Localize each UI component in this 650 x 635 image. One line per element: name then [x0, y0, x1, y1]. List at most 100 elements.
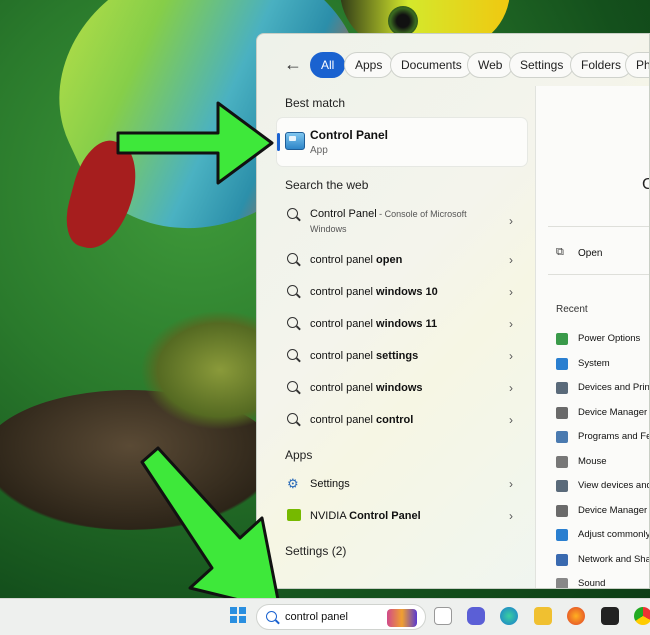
selection-indicator	[277, 133, 280, 151]
preview-title: C	[642, 176, 649, 194]
recent-item-icon	[556, 455, 568, 468]
back-arrow-icon[interactable]: ←	[281, 54, 305, 74]
recent-item[interactable]: Power Options	[556, 331, 649, 349]
web-result-bold: open	[376, 254, 403, 266]
web-result-windows-10[interactable]: control panel windows 10 ›	[277, 279, 527, 307]
search-icon	[287, 317, 298, 328]
recent-item[interactable]: Network and Shar	[556, 552, 650, 570]
preview-pane: C ⧉ Open Recent Power Options System Devic…	[535, 86, 650, 589]
filter-documents[interactable]: Documents	[390, 52, 473, 78]
search-panel: ← All Apps Documents Web Settings Folder…	[256, 33, 650, 589]
recent-item[interactable]: Devices and Printe	[556, 380, 650, 398]
recent-item-icon	[556, 431, 568, 443]
recent-item[interactable]: Sound	[556, 576, 649, 589]
web-result-windows[interactable]: control panel windows ›	[277, 375, 527, 403]
web-result-control[interactable]: control panel control ›	[277, 407, 527, 435]
web-result-text: control panel	[310, 318, 377, 330]
recent-item-icon	[556, 529, 568, 541]
best-match-title: Control Panel	[310, 128, 389, 142]
chevron-right-icon: ›	[509, 509, 513, 523]
recent-item-label: View devices and	[578, 480, 650, 491]
web-result-windows-11[interactable]: control panel windows 11 ›	[277, 311, 527, 339]
app-icon[interactable]	[601, 607, 619, 625]
app-result-settings[interactable]: ⚙ Settings ›	[277, 471, 527, 499]
web-result-title: Control Panel	[310, 208, 377, 220]
recent-item-label: Power Options	[578, 333, 641, 344]
chevron-right-icon: ›	[509, 285, 513, 299]
search-icon	[287, 349, 298, 360]
search-icon	[287, 208, 298, 219]
divider	[548, 274, 649, 275]
recent-item[interactable]: Programs and Fea	[556, 429, 650, 447]
recent-item[interactable]: Device Manager -	[556, 503, 650, 521]
search-icon	[287, 253, 298, 264]
best-match-subtitle: App	[310, 145, 328, 156]
open-action[interactable]: Open	[578, 248, 602, 259]
web-result-open[interactable]: control panel open ›	[277, 247, 527, 275]
recent-item[interactable]: Adjust commonly	[556, 527, 649, 545]
open-external-icon: ⧉	[556, 246, 564, 258]
recent-item-label: Device Manager -	[578, 406, 650, 418]
search-icon	[287, 381, 298, 392]
recent-item-icon	[556, 357, 568, 370]
recent-item-icon	[556, 480, 568, 492]
gear-icon: ⚙	[287, 476, 299, 491]
filter-photos[interactable]: Pho	[625, 52, 649, 78]
search-web-heading: Search the web	[285, 178, 369, 192]
search-icon	[287, 285, 298, 296]
divider	[548, 226, 649, 227]
chevron-right-icon: ›	[509, 381, 513, 395]
web-result-bold: control	[376, 414, 414, 426]
apps-heading: Apps	[285, 448, 313, 462]
web-result-text: control panel	[310, 414, 377, 426]
recent-item-label: System	[578, 357, 610, 369]
settings-count-heading[interactable]: Settings (2)	[285, 544, 346, 558]
filter-apps[interactable]: Apps	[344, 52, 394, 78]
filter-web[interactable]: Web	[467, 52, 514, 78]
recent-item-label: Programs and Fea	[578, 431, 650, 442]
web-result-bold: windows 10	[376, 286, 438, 298]
chevron-right-icon: ›	[509, 317, 513, 331]
web-result-bold: settings	[376, 350, 419, 362]
best-match-item[interactable]: Control Panel App	[277, 118, 527, 166]
recent-item[interactable]: Mouse	[556, 454, 649, 472]
recent-item-icon	[556, 382, 568, 394]
file-explorer-icon[interactable]	[534, 607, 552, 625]
nvidia-icon	[287, 509, 301, 521]
taskbar-search-box[interactable]: control panel	[256, 604, 426, 630]
chat-icon[interactable]	[467, 607, 485, 625]
chrome-icon[interactable]	[634, 607, 650, 625]
recent-heading: Recent	[556, 304, 588, 315]
recent-item-label: Devices and Printe	[578, 382, 650, 393]
search-highlight-icon	[387, 609, 417, 627]
app-result-text: Settings	[310, 478, 350, 490]
web-result-text: control panel	[310, 286, 377, 298]
web-result-text: control panel	[310, 254, 377, 266]
app-result-nvidia[interactable]: NVIDIA Control Panel ›	[277, 503, 527, 531]
recent-item[interactable]: System	[556, 356, 649, 374]
windows-start-icon[interactable]	[230, 607, 246, 623]
recent-item-label: Network and Shar	[578, 553, 650, 565]
recent-item-label: Sound	[578, 578, 606, 589]
edge-icon[interactable]	[500, 607, 518, 625]
web-result-console[interactable]: Control Panel - Console of Microsoft Win…	[277, 202, 527, 242]
firefox-icon[interactable]	[567, 607, 585, 625]
filter-all[interactable]: All	[310, 52, 346, 78]
web-result-settings[interactable]: control panel settings ›	[277, 343, 527, 371]
recent-item-icon	[556, 578, 568, 588]
filter-settings[interactable]: Settings	[509, 52, 575, 78]
filter-folders[interactable]: Folders	[570, 52, 633, 78]
web-result-text: control panel	[310, 382, 377, 394]
web-result-bold: windows 11	[376, 318, 438, 330]
recent-item-icon	[556, 333, 568, 345]
taskbar-search-input[interactable]: control panel	[285, 611, 348, 623]
recent-item[interactable]: View devices and	[556, 478, 650, 496]
recent-item-label: Device Manager -	[578, 504, 650, 516]
recent-item[interactable]: Device Manager -	[556, 405, 650, 423]
toucan-eye	[388, 6, 418, 36]
chevron-right-icon: ›	[509, 214, 513, 228]
recent-item-icon	[556, 504, 568, 517]
task-view-icon[interactable]	[434, 607, 452, 625]
search-icon	[266, 611, 277, 622]
web-result-suffix-2: Windows	[310, 224, 347, 234]
